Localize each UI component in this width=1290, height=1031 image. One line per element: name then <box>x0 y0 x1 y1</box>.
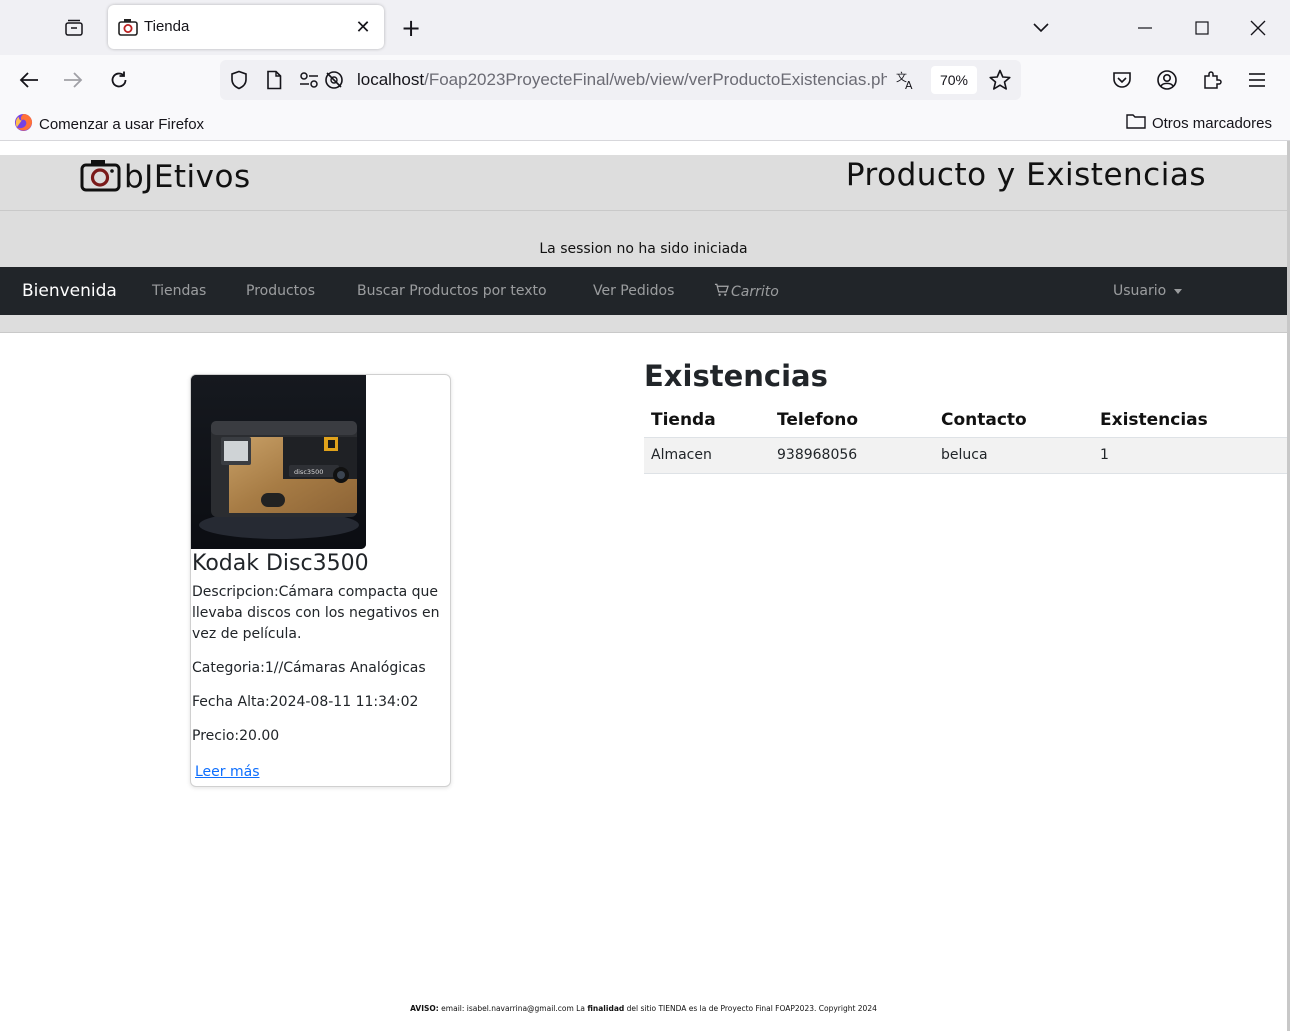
firefox-logo-icon <box>14 113 33 136</box>
nav-link-carrito[interactable]: Carrito <box>714 283 779 301</box>
nav-link-ver-pedidos[interactable]: Ver Pedidos <box>593 283 674 299</box>
page-heading: Producto y Existencias <box>845 157 1206 193</box>
column-header-telefono: Telefono <box>770 403 934 438</box>
product-title: Kodak Disc3500 <box>192 551 369 576</box>
account-icon[interactable] <box>1152 65 1182 95</box>
caret-down-icon <box>1174 288 1183 294</box>
browser-toolbar: localhost/Foap2023ProyecteFinal/web/view… <box>0 55 1290 105</box>
column-header-contacto: Contacto <box>934 403 1093 438</box>
other-bookmarks-folder[interactable]: Otros marcadores <box>1126 113 1272 133</box>
site-navbar: Bienvenida Tiendas Productos Buscar Prod… <box>0 267 1287 315</box>
bookmark-label: Comenzar a usar Firefox <box>39 116 205 133</box>
url-host: localhost <box>357 70 425 89</box>
bookmark-label: Otros marcadores <box>1151 114 1272 132</box>
product-card: disc3500 Kodak Disc3500 Descripcion:Cáma… <box>190 374 451 787</box>
shield-icon[interactable] <box>229 70 249 94</box>
close-tab-icon[interactable]: ✕ <box>352 16 374 38</box>
hamburger-menu-icon[interactable] <box>1242 65 1272 95</box>
nav-link-tiendas[interactable]: Tiendas <box>152 283 206 299</box>
browser-tab-bar: Tienda ✕ + <box>0 0 1290 55</box>
nav-user-dropdown[interactable]: Usuario <box>1113 283 1183 299</box>
browser-tab-active[interactable]: Tienda ✕ <box>108 5 384 49</box>
stock-section-title: Existencias <box>644 359 828 393</box>
column-header-tienda: Tienda <box>644 403 770 438</box>
svg-text:disc3500: disc3500 <box>294 468 323 476</box>
cell-telefono: 938968056 <box>770 437 934 474</box>
bookmark-star-icon[interactable] <box>989 69 1011 95</box>
nav-link-buscar-productos[interactable]: Buscar Productos por texto <box>357 283 547 299</box>
footer-aviso-label: AVISO: <box>410 1004 439 1013</box>
minimize-window-icon[interactable] <box>1130 14 1160 42</box>
product-date: Fecha Alta:2024-08-11 11:34:02 <box>192 694 419 710</box>
camera-logo-icon <box>80 157 122 197</box>
page-info-icon[interactable] <box>265 70 283 94</box>
page-viewport: bJEtivos Producto y Existencias La sessi… <box>0 141 1287 1031</box>
stock-table: Tienda Telefono Contacto Existencias Alm… <box>644 403 1287 474</box>
site-footer: AVISO: email: isabel.navarrina@gmail.com… <box>0 1004 1287 1013</box>
camera-favicon-icon <box>118 18 138 36</box>
session-status-text: La session no ha sido iniciada <box>539 241 748 257</box>
user-menu-label: Usuario <box>1113 283 1167 299</box>
footer-email-text: email: isabel.navarrina@gmail.com La <box>441 1004 585 1013</box>
product-price: Precio:20.00 <box>192 728 280 744</box>
bookmarks-toolbar: Comenzar a usar Firefox Otros marcadores <box>0 105 1290 141</box>
tracking-protection-off-icon[interactable] <box>324 70 344 94</box>
product-image[interactable]: disc3500 <box>191 375 366 549</box>
list-all-tabs-chevron-icon[interactable] <box>1026 14 1056 42</box>
pocket-icon[interactable] <box>1107 65 1137 95</box>
permissions-icon[interactable] <box>299 71 319 93</box>
svg-text:A: A <box>905 79 913 91</box>
folder-icon <box>1126 113 1146 133</box>
url-path: /Foap2023ProyecteFinal/web/view/verProdu… <box>424 70 887 89</box>
cart-label: Carrito <box>731 284 779 300</box>
reload-icon[interactable] <box>104 65 134 95</box>
zoom-level-badge[interactable]: 70% <box>931 66 977 94</box>
url-text[interactable]: localhost/Foap2023ProyecteFinal/web/view… <box>357 70 887 90</box>
tab-title: Tienda <box>144 18 190 35</box>
product-description: Descripcion:Cámara compacta que llevaba … <box>192 584 440 642</box>
close-window-icon[interactable] <box>1243 14 1273 42</box>
cart-icon <box>714 283 729 301</box>
nav-sub-strip <box>0 315 1287 333</box>
site-logo[interactable]: bJEtivos <box>80 157 251 197</box>
new-tab-icon[interactable]: + <box>397 14 425 42</box>
stock-table-header-row: Tienda Telefono Contacto Existencias <box>644 403 1287 438</box>
translate-icon[interactable]: 文A <box>895 69 917 95</box>
cell-tienda: Almacen <box>644 437 770 474</box>
url-bar[interactable]: localhost/Foap2023ProyecteFinal/web/view… <box>220 60 1021 100</box>
product-category: Categoria:1//Cámaras Analógicas <box>192 660 426 676</box>
column-header-existencias: Existencias <box>1093 403 1287 438</box>
maximize-window-icon[interactable] <box>1187 14 1217 42</box>
session-bar: La session no ha sido iniciada <box>0 211 1287 267</box>
bookmark-getting-started[interactable]: Comenzar a usar Firefox <box>14 113 204 136</box>
table-row: Almacen 938968056 beluca 1 <box>644 437 1287 474</box>
extensions-puzzle-icon[interactable] <box>1197 65 1227 95</box>
tab-overview-icon[interactable] <box>58 12 90 44</box>
nav-brand-link[interactable]: Bienvenida <box>22 281 117 301</box>
cell-contacto: beluca <box>934 437 1093 474</box>
footer-finalidad-label: finalidad <box>587 1004 625 1013</box>
nav-link-productos[interactable]: Productos <box>246 283 315 299</box>
site-header: bJEtivos Producto y Existencias <box>0 155 1287 211</box>
forward-arrow-icon[interactable] <box>58 65 88 95</box>
footer-rest-text: del sitio TIENDA es la de Proyecto Final… <box>626 1004 877 1013</box>
cell-existencias: 1 <box>1093 437 1287 474</box>
back-arrow-icon[interactable] <box>14 65 44 95</box>
logo-text: bJEtivos <box>124 159 251 195</box>
read-more-link[interactable]: Leer más <box>195 764 260 780</box>
